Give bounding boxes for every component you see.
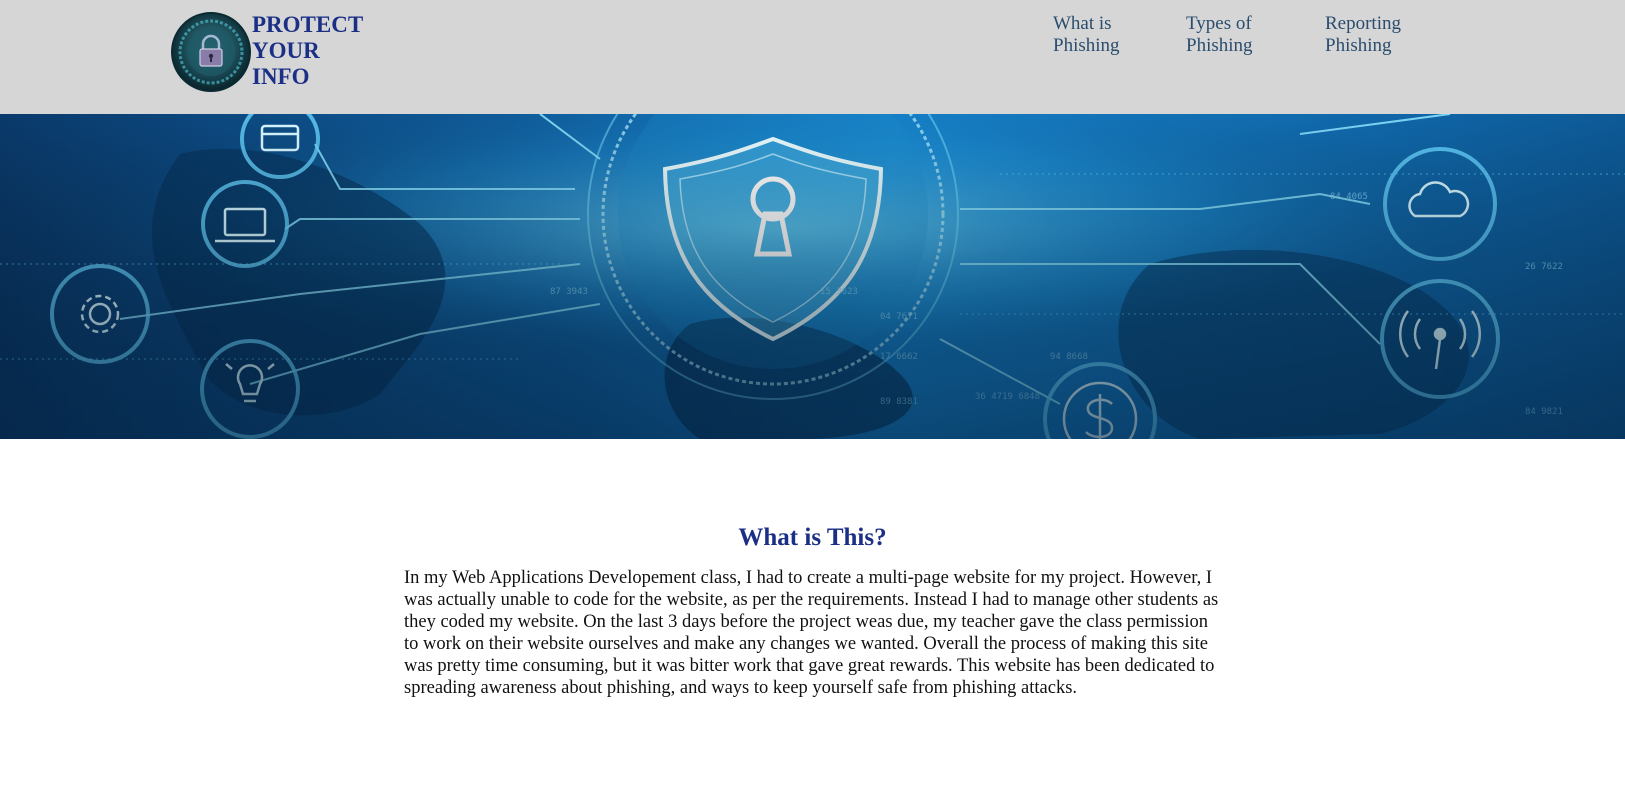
main-nav: What is Phishing Types of Phishing Repor… [0,13,1625,63]
page-title: What is This? [738,524,887,551]
site-header: PROTECT YOUR INFO What is Phishing Types… [0,0,1625,114]
main-content: What is This? In my Web Applications Dev… [0,439,1625,797]
hero-banner-image: 87 3943 15 3623 04 7671 17 6662 89 8381 … [0,114,1625,439]
nav-types-of-phishing[interactable]: Types of Phishing [1186,13,1253,57]
intro-paragraph: In my Web Applications Developement clas… [404,568,1219,698]
nav-what-is-phishing[interactable]: What is Phishing [1053,13,1120,57]
nav-reporting-phishing[interactable]: Reporting Phishing [1325,13,1401,57]
